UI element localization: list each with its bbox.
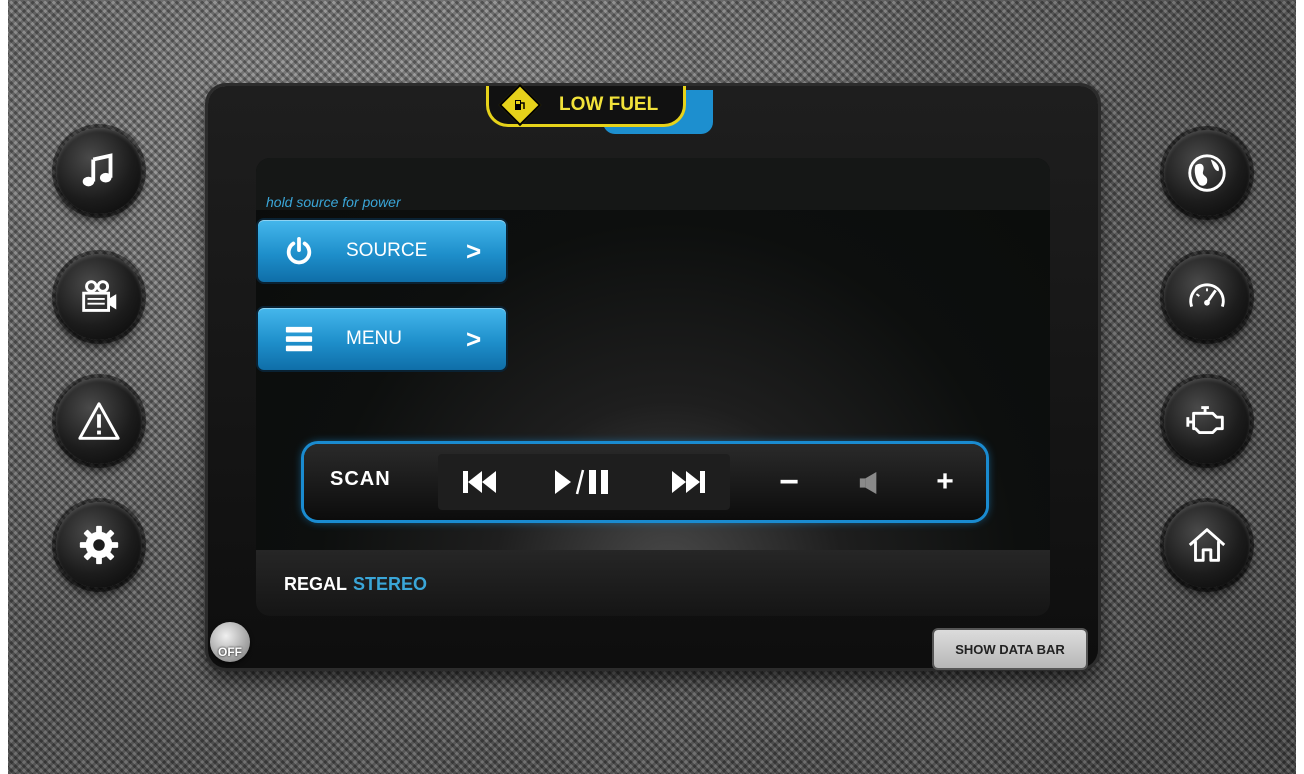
- music-button[interactable]: [56, 128, 142, 214]
- globe-icon: [1188, 154, 1226, 192]
- speaker-icon: [854, 468, 884, 498]
- off-button[interactable]: OFF: [210, 622, 250, 662]
- brand-bar: REGAL STEREO: [256, 550, 1050, 616]
- power-hint: hold source for power: [266, 194, 401, 210]
- warning-icon: [78, 402, 120, 440]
- skip-next-icon: [672, 471, 705, 493]
- video-camera-icon: [82, 280, 117, 312]
- alerts-button[interactable]: [56, 378, 142, 464]
- camera-button[interactable]: [56, 254, 142, 340]
- transport-controls: SCAN − +: [304, 444, 986, 520]
- low-fuel-alert: LOW FUEL: [486, 83, 686, 127]
- off-label: OFF: [218, 645, 242, 659]
- menu-button[interactable]: MENU >: [258, 308, 506, 370]
- next-track-button[interactable]: [668, 466, 708, 498]
- menu-icon: [282, 322, 316, 356]
- source-button[interactable]: SOURCE >: [258, 220, 506, 282]
- play-pause-button[interactable]: [550, 466, 616, 498]
- menu-label: MENU: [346, 328, 402, 349]
- music-note-icon: [82, 153, 113, 187]
- left-edge: [0, 0, 8, 774]
- power-icon: [282, 234, 316, 268]
- engine-icon: [1186, 406, 1224, 434]
- source-label: SOURCE: [346, 240, 428, 261]
- brand-name: REGAL STEREO: [284, 574, 427, 595]
- previous-track-button[interactable]: [460, 466, 500, 498]
- low-fuel-text: LOW FUEL: [559, 94, 659, 115]
- scan-button[interactable]: SCAN: [330, 468, 391, 491]
- volume-down-button[interactable]: −: [774, 462, 804, 502]
- engine-button[interactable]: [1164, 378, 1250, 464]
- chevron-right-icon: >: [466, 235, 482, 266]
- right-edge: [1296, 0, 1304, 774]
- play-pause-icon: [555, 469, 608, 495]
- settings-button[interactable]: [56, 502, 142, 588]
- performance-button[interactable]: [1164, 254, 1250, 340]
- brand-primary: REGAL: [284, 574, 347, 594]
- home-icon: [1188, 528, 1226, 562]
- main-screen: hold source for power SOURCE > MENU > SC…: [256, 158, 1050, 616]
- gauge-icon: [1189, 283, 1225, 308]
- home-button[interactable]: [1164, 502, 1250, 588]
- gear-icon: [79, 525, 119, 565]
- show-data-bar-button[interactable]: SHOW DATA BAR: [934, 630, 1086, 668]
- chevron-right-icon: >: [466, 323, 482, 354]
- volume-up-button[interactable]: +: [930, 462, 960, 502]
- navigation-button[interactable]: [1164, 130, 1250, 216]
- skip-previous-icon: [463, 471, 496, 493]
- brand-secondary: STEREO: [353, 574, 428, 594]
- fuel-pump-icon: [498, 83, 542, 127]
